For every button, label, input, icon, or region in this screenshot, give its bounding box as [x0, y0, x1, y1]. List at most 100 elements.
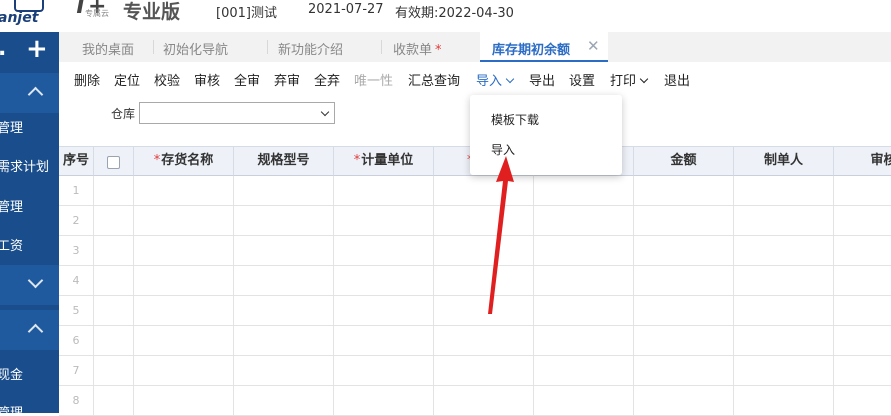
col-header-creator[interactable]: 制单人	[734, 146, 834, 176]
table-row[interactable]: 5	[59, 296, 891, 326]
table-cell[interactable]	[634, 236, 734, 266]
table-cell[interactable]	[834, 296, 891, 326]
locate-button[interactable]: 定位	[114, 70, 140, 89]
table-cell[interactable]	[334, 206, 434, 236]
table-cell[interactable]	[334, 296, 434, 326]
table-row[interactable]: 3	[59, 236, 891, 266]
table-cell[interactable]	[134, 176, 234, 206]
table-row[interactable]: 4	[59, 266, 891, 296]
table-cell[interactable]	[734, 296, 834, 326]
table-cell[interactable]	[734, 176, 834, 206]
menu-item-template-download[interactable]: 模板下载	[491, 111, 539, 128]
settings-button[interactable]: 设置	[569, 70, 595, 89]
sidebar-item[interactable]: 管理	[0, 402, 56, 413]
table-cell[interactable]	[834, 356, 891, 386]
select-all-checkbox[interactable]	[107, 156, 120, 169]
summary-query-button[interactable]: 汇总查询	[408, 70, 460, 89]
col-header-amount[interactable]: 金额	[634, 146, 734, 176]
table-cell[interactable]	[534, 206, 634, 236]
table-cell[interactable]	[434, 386, 534, 416]
table-cell[interactable]	[634, 266, 734, 296]
table-cell[interactable]	[94, 176, 134, 206]
unapprove-all-button[interactable]: 全弃	[314, 70, 340, 89]
table-cell[interactable]	[734, 356, 834, 386]
table-cell[interactable]	[534, 296, 634, 326]
table-cell[interactable]	[734, 266, 834, 296]
delete-button[interactable]: 删除	[74, 70, 100, 89]
sidebar-item[interactable]: 工资	[0, 235, 56, 254]
account-info[interactable]: [001]测试	[216, 2, 277, 21]
table-row[interactable]: 6	[59, 326, 891, 356]
table-cell[interactable]	[334, 326, 434, 356]
table-cell[interactable]	[234, 206, 334, 236]
table-cell[interactable]	[94, 206, 134, 236]
table-cell[interactable]	[234, 236, 334, 266]
table-cell[interactable]	[634, 356, 734, 386]
uniqueness-button[interactable]: 唯一性	[354, 70, 393, 89]
table-cell[interactable]	[834, 236, 891, 266]
table-row[interactable]: 1	[59, 176, 891, 206]
table-cell[interactable]	[834, 266, 891, 296]
sidebar-item[interactable]: 现金	[0, 364, 56, 383]
table-cell[interactable]	[134, 236, 234, 266]
sidebar-item[interactable]: 管理	[0, 117, 56, 136]
table-cell[interactable]	[234, 176, 334, 206]
add-icon[interactable]: +	[26, 36, 48, 62]
approve-all-button[interactable]: 全审	[234, 70, 260, 89]
table-cell[interactable]	[334, 236, 434, 266]
approve-button[interactable]: 审核	[194, 70, 220, 89]
table-row[interactable]: 8	[59, 386, 891, 416]
table-cell[interactable]	[534, 236, 634, 266]
table-cell[interactable]	[834, 206, 891, 236]
table-cell[interactable]	[734, 386, 834, 416]
tab-inventory-opening-balance[interactable]: 库存期初余额 ✕	[480, 32, 608, 62]
collapse-group-button[interactable]	[0, 310, 59, 350]
table-cell[interactable]	[234, 326, 334, 356]
table-cell[interactable]	[134, 356, 234, 386]
table-cell[interactable]	[534, 266, 634, 296]
close-icon[interactable]: ✕	[587, 37, 600, 55]
tab-desktop[interactable]: 我的桌面	[82, 39, 134, 58]
export-button[interactable]: 导出	[529, 70, 555, 89]
table-cell[interactable]	[334, 356, 434, 386]
table-cell[interactable]	[834, 176, 891, 206]
table-cell[interactable]	[634, 176, 734, 206]
table-cell[interactable]	[434, 356, 534, 386]
table-cell[interactable]	[834, 386, 891, 416]
expand-group-button[interactable]	[0, 265, 59, 305]
table-cell[interactable]	[234, 266, 334, 296]
menu-dot-icon[interactable]: .	[0, 36, 6, 61]
import-menu-button[interactable]: 导入	[476, 70, 515, 89]
validate-button[interactable]: 校验	[154, 70, 180, 89]
table-cell[interactable]	[134, 206, 234, 236]
table-cell[interactable]	[94, 386, 134, 416]
table-cell[interactable]	[334, 176, 434, 206]
tab-receipt[interactable]: 收款单 *	[393, 39, 442, 58]
table-cell[interactable]	[234, 296, 334, 326]
table-cell[interactable]	[94, 296, 134, 326]
table-cell[interactable]	[734, 206, 834, 236]
table-cell[interactable]	[94, 326, 134, 356]
table-cell[interactable]	[634, 296, 734, 326]
table-cell[interactable]	[94, 356, 134, 386]
table-row[interactable]: 2	[59, 206, 891, 236]
warehouse-select[interactable]	[139, 102, 335, 124]
exit-button[interactable]: 退出	[664, 70, 690, 89]
table-cell[interactable]	[834, 326, 891, 356]
table-cell[interactable]	[134, 266, 234, 296]
sidebar-item[interactable]: 管理	[0, 196, 56, 215]
table-cell[interactable]	[134, 296, 234, 326]
col-header-item-name[interactable]: *存货名称	[134, 146, 234, 176]
print-menu-button[interactable]: 打印	[610, 70, 649, 89]
unapprove-button[interactable]: 弃审	[274, 70, 300, 89]
table-cell[interactable]	[634, 386, 734, 416]
table-cell[interactable]	[134, 326, 234, 356]
table-cell[interactable]	[234, 386, 334, 416]
table-row[interactable]: 7	[59, 356, 891, 386]
table-cell[interactable]	[234, 356, 334, 386]
tab-init-guide[interactable]: 初始化导航	[163, 39, 228, 58]
col-header-unit[interactable]: *计量单位	[334, 146, 434, 176]
table-cell[interactable]	[634, 326, 734, 356]
table-cell[interactable]	[734, 326, 834, 356]
table-cell[interactable]	[334, 266, 434, 296]
